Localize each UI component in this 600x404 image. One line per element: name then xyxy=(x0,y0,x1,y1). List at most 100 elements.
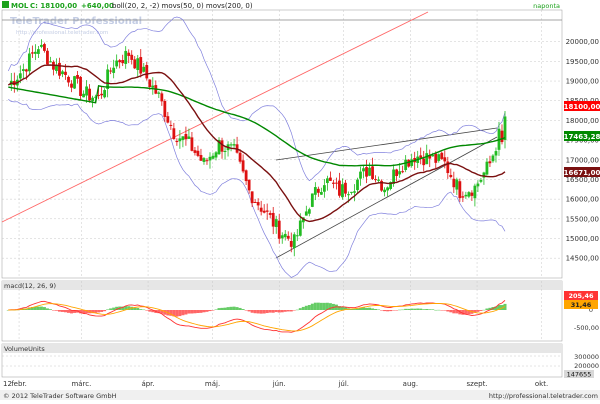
macd-histogram-bar xyxy=(476,310,480,312)
price-tick-label: 18000,00 xyxy=(566,117,599,125)
macd-histogram-bar xyxy=(244,310,248,311)
macd-histogram-bar xyxy=(383,310,387,312)
candle-body xyxy=(401,171,405,173)
macd-histogram-bar xyxy=(310,303,314,310)
macd-panel: macd(12, 26, 9) xyxy=(1,280,563,342)
candle-body xyxy=(247,179,251,191)
macd-histogram-bar xyxy=(57,310,61,312)
macd-histogram-bar xyxy=(286,310,290,312)
macd-histogram-bar xyxy=(482,309,486,311)
candle-body xyxy=(353,191,356,193)
macd-histogram-bar xyxy=(51,310,55,311)
candle-body xyxy=(307,209,311,214)
macd-histogram-bar xyxy=(256,310,260,314)
macd-value-label: 205,46 xyxy=(568,292,594,300)
macd-histogram-bar xyxy=(139,309,143,310)
candle-body xyxy=(359,171,362,179)
candle-body xyxy=(335,182,338,184)
candle-body xyxy=(271,212,275,227)
macd-title: macd(12, 26, 9) xyxy=(4,282,56,290)
last-price-label: 18100,00 xyxy=(564,103,600,111)
change-label: +640,00 xyxy=(81,2,114,10)
macd-histogram-bar xyxy=(419,308,423,310)
candle-body xyxy=(250,191,254,204)
candle-body xyxy=(304,211,308,216)
candle-body xyxy=(464,194,468,197)
macd-histogram-bar xyxy=(407,308,411,310)
macd-histogram-bar xyxy=(395,310,399,311)
candle-body xyxy=(362,168,365,172)
volume-tick-200000: 200000 xyxy=(574,362,599,370)
macd-histogram-bar xyxy=(401,309,405,311)
macd-histogram-bar xyxy=(202,310,206,313)
price-tick-label: 16500,00 xyxy=(566,176,599,184)
macd-histogram-bar xyxy=(199,310,203,313)
candle-body xyxy=(205,160,209,162)
macd-histogram-bar xyxy=(280,310,284,313)
candle-body xyxy=(238,152,242,162)
price-panel: TeleTrader Professional http://professio… xyxy=(1,9,563,279)
macd-histogram-bar xyxy=(313,302,317,310)
candle-body xyxy=(259,207,263,212)
candle-body xyxy=(398,171,402,175)
macd-histogram-bar xyxy=(54,310,58,311)
candle-body xyxy=(229,144,233,146)
macd-histogram-bar xyxy=(178,310,182,317)
macd-histogram-bar xyxy=(425,309,429,310)
candle-body xyxy=(437,154,441,161)
candle-body xyxy=(24,69,28,72)
macd-histogram-bar xyxy=(217,308,221,310)
macd-histogram-bar xyxy=(479,310,483,311)
interval-label[interactable]: naponta xyxy=(533,2,560,10)
x-tick-label: szept. xyxy=(467,380,488,388)
candle-body xyxy=(473,185,477,199)
footer-bar: © 2012 TeleTrader Software GmbH http://p… xyxy=(0,390,600,400)
candle-body xyxy=(392,169,396,184)
candle-body xyxy=(253,201,257,203)
macd-histogram-bar xyxy=(250,310,254,313)
macd-histogram-bar xyxy=(238,307,242,310)
x-tick-label: aug. xyxy=(403,380,418,388)
volume-tick-300000: 300000 xyxy=(574,353,599,361)
macd-histogram-bar xyxy=(377,309,381,310)
candle-body xyxy=(76,75,79,79)
macd-histogram-bar xyxy=(142,309,146,311)
macd-histogram-bar xyxy=(36,306,40,310)
candle-body xyxy=(425,153,429,165)
symbol-label: MOL xyxy=(11,2,29,10)
macd-histogram-bar xyxy=(449,310,453,313)
macd-histogram-bar xyxy=(187,310,191,314)
candle-body xyxy=(214,152,218,158)
candle-body xyxy=(244,170,248,182)
macd-histogram-bar xyxy=(416,308,420,310)
macd-histogram-bar xyxy=(42,307,46,310)
candle-body xyxy=(404,159,408,171)
candle-body xyxy=(58,62,61,76)
candle-body xyxy=(46,50,49,65)
candle-body xyxy=(434,153,438,163)
macd-histogram-bar xyxy=(265,310,269,314)
candle-body xyxy=(386,187,389,191)
candle-body xyxy=(163,101,167,117)
macd-histogram-bar xyxy=(100,310,104,312)
candle-body xyxy=(377,179,380,181)
candle-body xyxy=(112,67,116,73)
watermark-url: http://professional.teletrader.com xyxy=(16,30,108,36)
x-tick-label: jún. xyxy=(272,380,286,388)
footer-url[interactable]: http://professional.teletrader.com xyxy=(489,392,598,400)
macd-histogram-bar xyxy=(67,310,71,313)
candle-body xyxy=(283,233,287,238)
candle-body xyxy=(292,234,296,249)
macd-histogram-bar xyxy=(184,310,188,315)
candle-body xyxy=(136,58,140,71)
candle-body xyxy=(64,71,67,75)
macd-histogram-bar xyxy=(235,307,239,310)
candle-body xyxy=(365,167,368,177)
candle-body xyxy=(341,184,344,198)
candle-body xyxy=(347,194,350,196)
candle-body xyxy=(133,59,137,69)
price-tick-label: 15500,00 xyxy=(566,215,599,223)
macd-histogram-bar xyxy=(428,309,432,310)
macd-histogram-bar xyxy=(112,307,116,310)
macd-histogram-bar xyxy=(319,302,323,310)
